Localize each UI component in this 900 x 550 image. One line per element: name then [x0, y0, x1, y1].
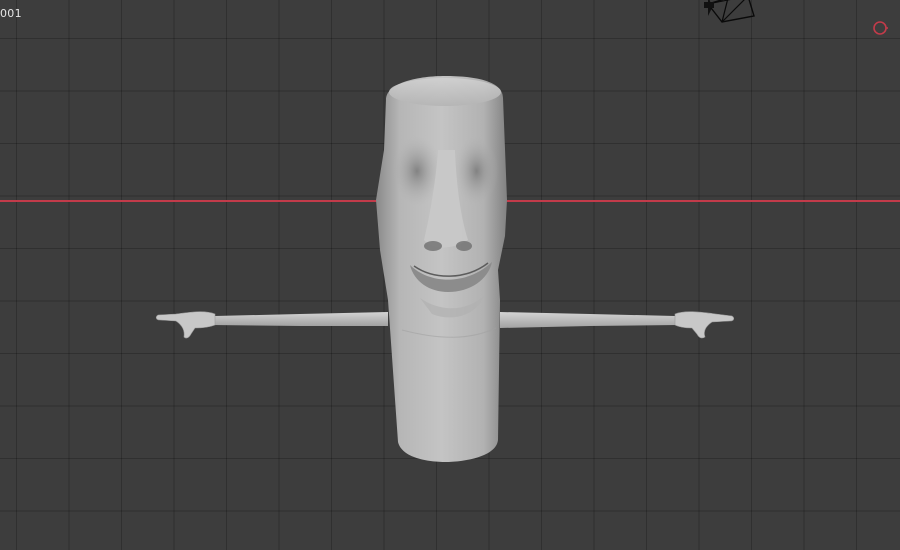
- moai-body: [376, 76, 507, 462]
- 3d-viewport[interactable]: 001: [0, 0, 900, 550]
- right-arm: [500, 311, 735, 339]
- moai-character-mesh[interactable]: [0, 0, 900, 550]
- left-arm: [155, 311, 388, 339]
